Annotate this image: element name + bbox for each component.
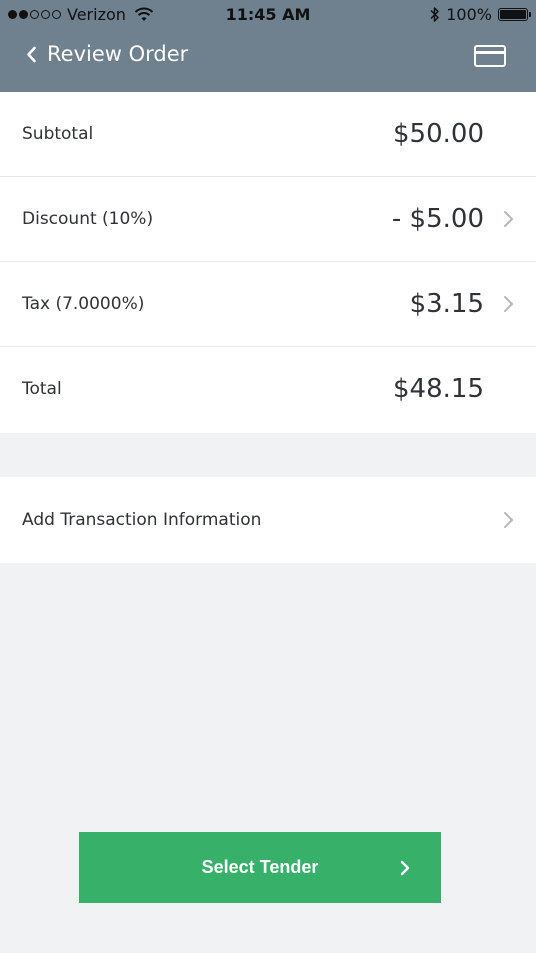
summary-row-subtotal: Subtotal $50.00 — [0, 92, 536, 177]
nav-bar: Review Order — [0, 30, 536, 92]
row-value: $48.15 — [393, 374, 484, 404]
chevron-right-icon — [400, 860, 410, 876]
row-label: Tax (7.0000%) — [22, 294, 145, 314]
chevron-right-icon — [504, 211, 513, 227]
credit-card-icon[interactable] — [474, 45, 506, 67]
transaction-label: Add Transaction Information — [22, 510, 262, 530]
summary-row-discount[interactable]: Discount (10%) - $5.00 — [0, 177, 536, 262]
page-title: Review Order — [47, 42, 189, 66]
row-value: - $5.00 — [391, 204, 484, 234]
select-tender-label: Select Tender — [201, 857, 319, 877]
summary-row-tax[interactable]: Tax (7.0000%) $3.15 — [0, 262, 536, 347]
chevron-right-icon — [504, 296, 513, 312]
order-summary: Subtotal $50.00 Discount (10%) - $5.00 T… — [0, 92, 536, 433]
select-tender-button[interactable]: Select Tender — [79, 832, 441, 903]
row-value: $50.00 — [393, 119, 484, 149]
battery-icon — [498, 8, 531, 21]
chevron-right-icon — [504, 512, 513, 528]
bluetooth-icon — [430, 7, 439, 22]
status-bar: Verizon 11:45 AM 100% — [0, 0, 536, 30]
top-bar: Verizon 11:45 AM 100% Review Order — [0, 0, 536, 92]
row-value: $3.15 — [409, 289, 484, 319]
row-label: Subtotal — [22, 124, 94, 144]
back-button[interactable]: Review Order — [26, 42, 188, 66]
chevron-left-icon — [27, 46, 36, 62]
summary-row-total: Total $48.15 — [0, 347, 536, 433]
row-label: Total — [22, 379, 62, 399]
row-label: Discount (10%) — [22, 209, 154, 229]
status-right: 100% — [429, 5, 531, 24]
add-transaction-info-row[interactable]: Add Transaction Information — [0, 477, 536, 563]
battery-percent: 100% — [446, 5, 492, 24]
